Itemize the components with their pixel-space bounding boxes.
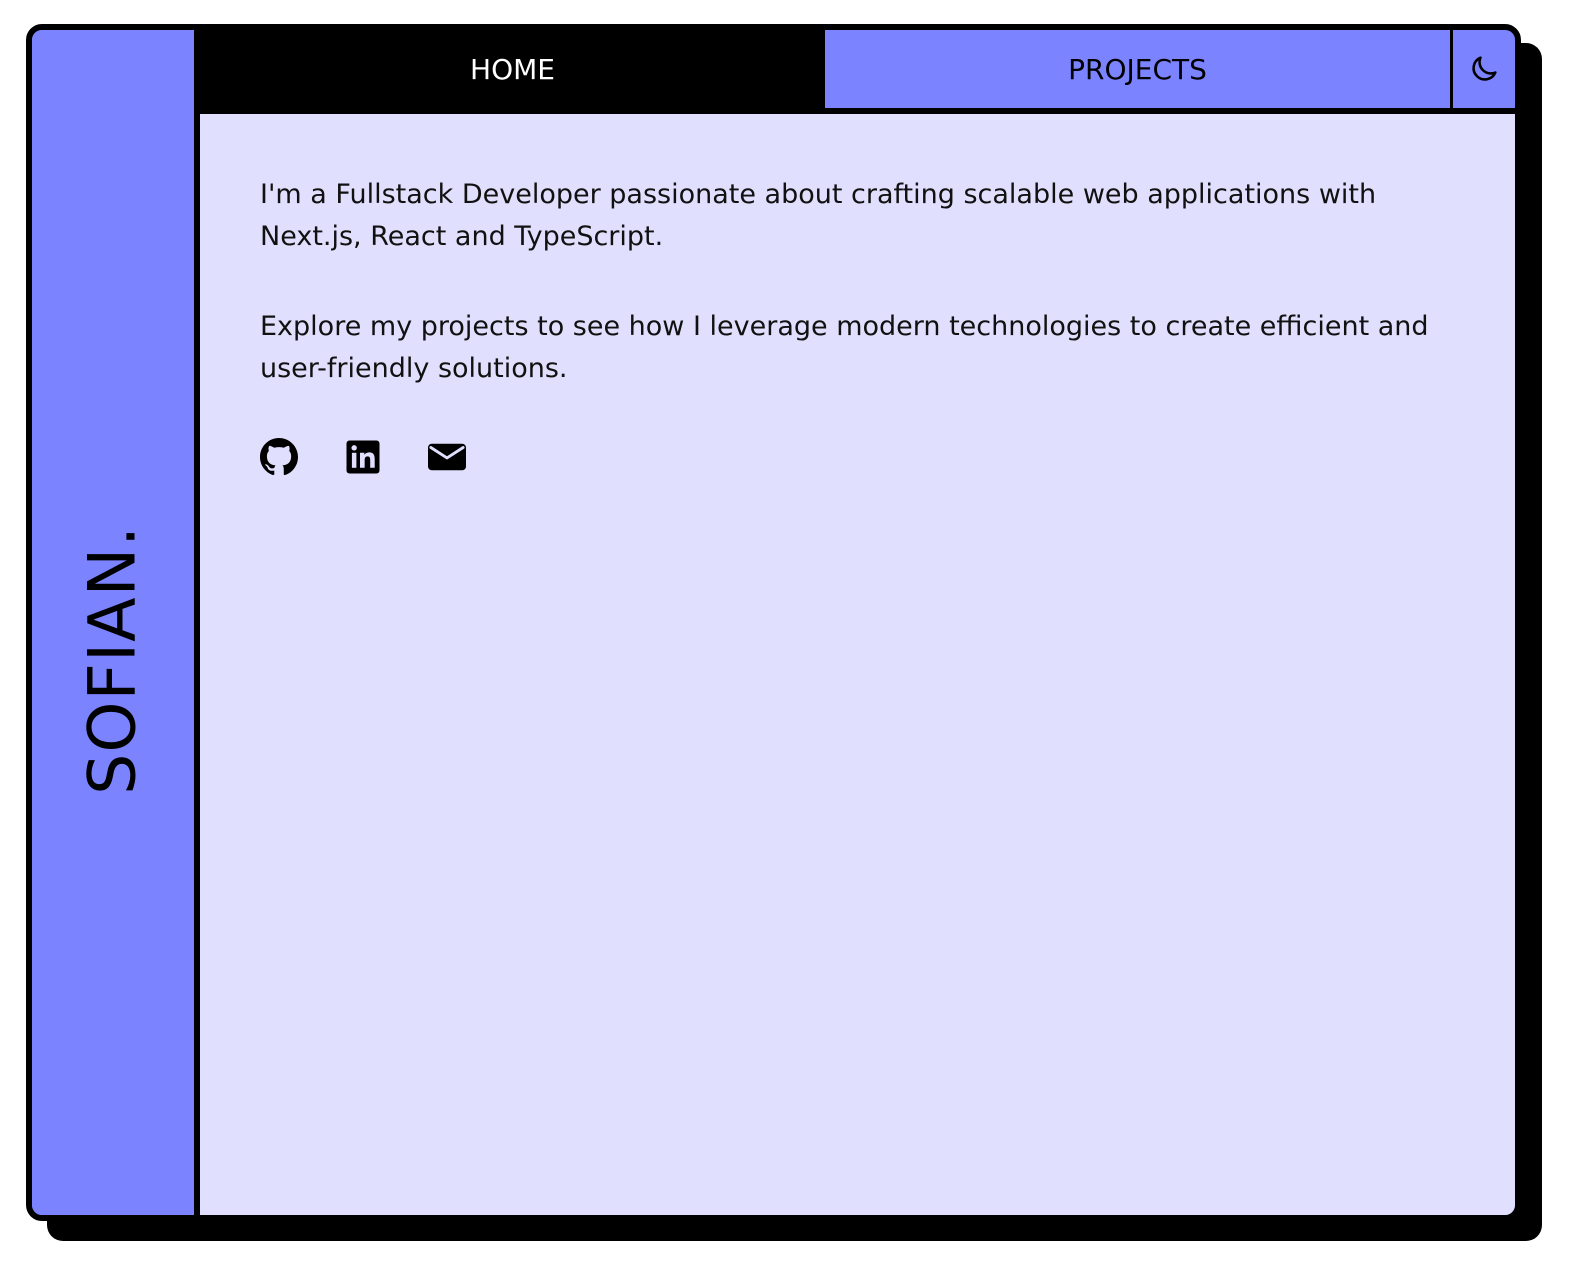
brand-logo-text: SOFIAN. bbox=[75, 525, 151, 795]
social-links bbox=[260, 438, 1455, 476]
portfolio-window: SOFIAN. HOME PROJECTS I'm a Fullstack De… bbox=[26, 24, 1521, 1221]
moon-icon bbox=[1472, 56, 1497, 81]
github-link[interactable] bbox=[260, 438, 298, 476]
tab-projects[interactable]: PROJECTS bbox=[825, 30, 1450, 108]
intro-paragraph: I'm a Fullstack Developer passionate abo… bbox=[260, 179, 1377, 252]
tab-home[interactable]: HOME bbox=[200, 30, 825, 108]
mail-icon bbox=[428, 443, 466, 471]
tab-home-label: HOME bbox=[470, 52, 555, 86]
email-link[interactable] bbox=[428, 438, 466, 476]
tab-projects-label: PROJECTS bbox=[1068, 52, 1207, 86]
github-icon bbox=[260, 438, 298, 476]
main-content: I'm a Fullstack Developer passionate abo… bbox=[200, 114, 1515, 1215]
linkedin-link[interactable] bbox=[344, 438, 382, 476]
sidebar: SOFIAN. bbox=[32, 30, 194, 1215]
theme-toggle-button[interactable] bbox=[1453, 30, 1515, 108]
linkedin-icon bbox=[346, 440, 380, 474]
top-navigation: HOME PROJECTS bbox=[200, 30, 1515, 114]
projects-paragraph: Explore my projects to see how I leverag… bbox=[260, 311, 1429, 384]
